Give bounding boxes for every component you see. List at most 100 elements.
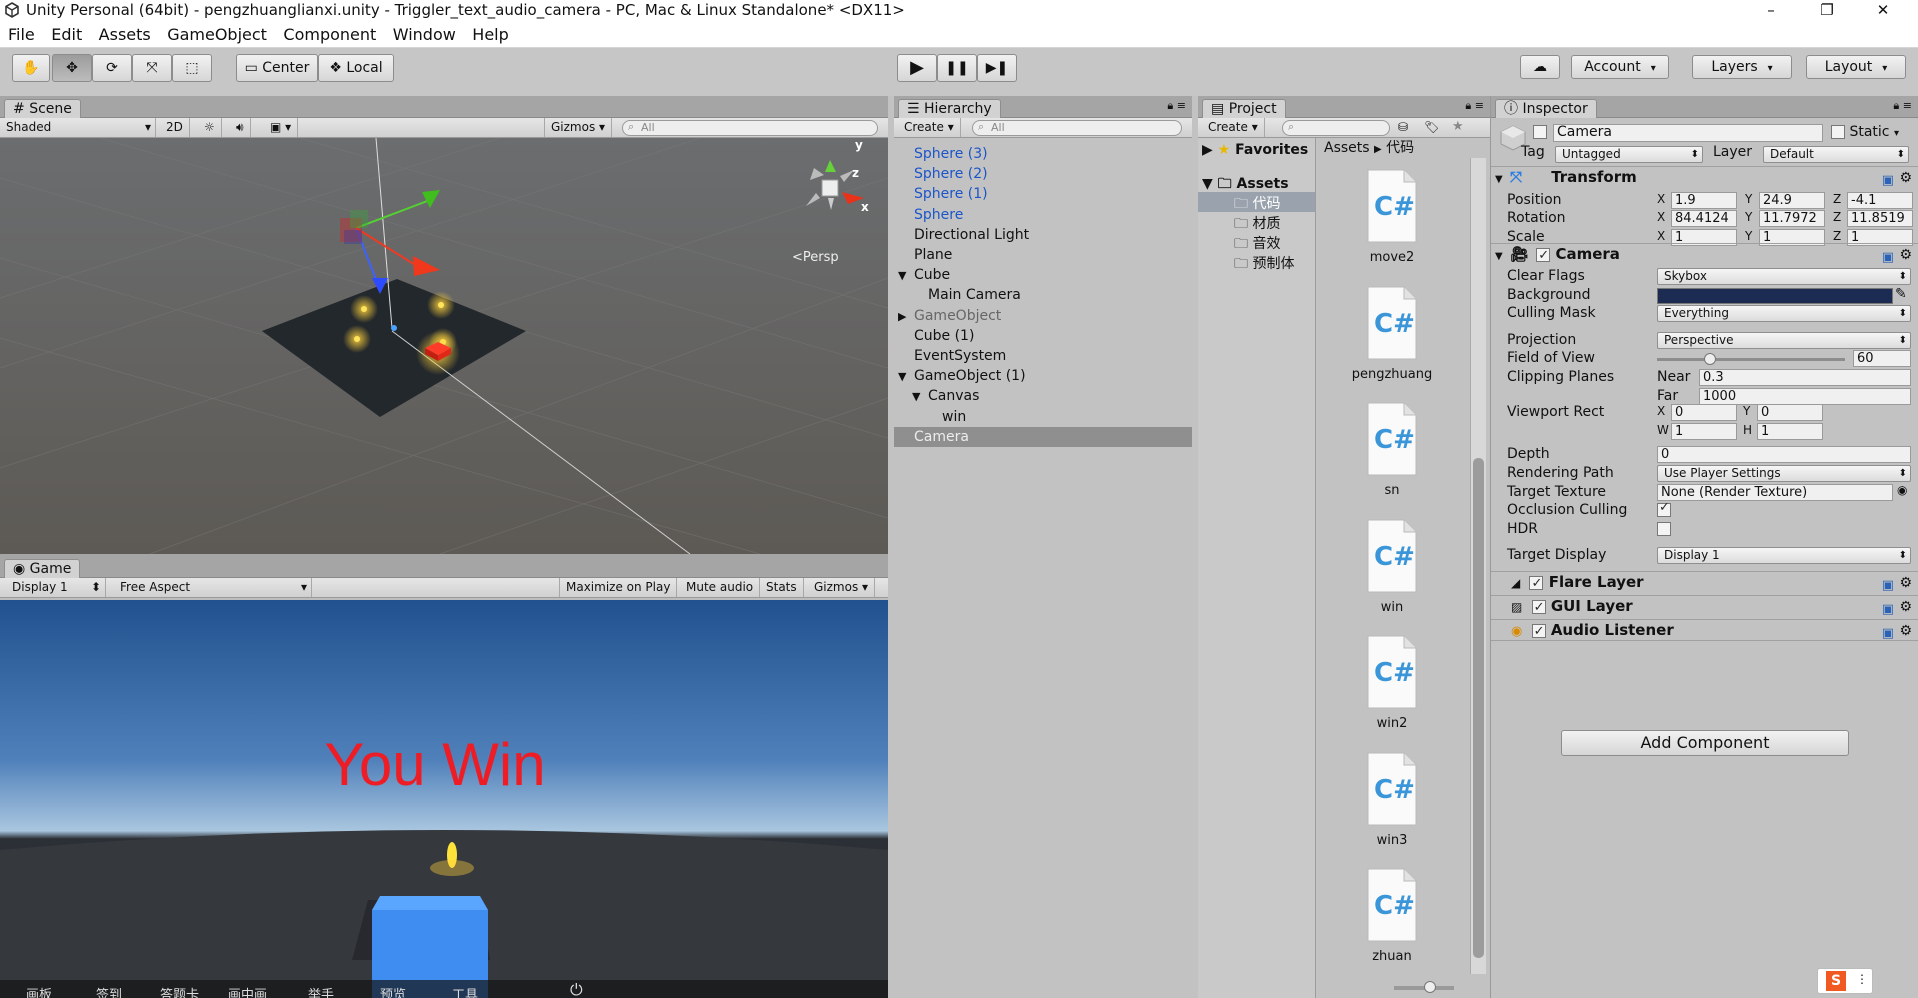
layout-dropdown[interactable]: Layout <box>1806 55 1906 79</box>
chevron-right-icon[interactable]: ▶ <box>898 307 912 327</box>
stats-toggle[interactable]: Stats <box>760 578 804 597</box>
tag-dropdown[interactable]: Untagged <box>1555 146 1703 163</box>
rect-tool-button[interactable]: ⬚ <box>172 54 212 82</box>
aspect-dropdown[interactable]: Free Aspect ▾ <box>114 578 312 597</box>
gear-icon[interactable]: ⚙ <box>1899 597 1912 618</box>
menu-component[interactable]: Component <box>277 22 382 48</box>
taskbar-item-6[interactable]: 工具 <box>452 984 478 998</box>
tab-scene[interactable]: # Scene <box>4 99 81 118</box>
camera-header[interactable]: ▼ 🎥︎ Camera ▣ ⚙ <box>1491 243 1918 268</box>
taskbar-item-0[interactable]: 画板 <box>26 984 52 998</box>
position-y-field[interactable]: 24.9 <box>1759 192 1825 209</box>
display-dropdown[interactable]: Display 1 ⬍ <box>6 578 106 597</box>
lock-icon[interactable]: 🔒︎ ≡ <box>1167 99 1186 113</box>
project-scrollbar[interactable] <box>1470 158 1486 974</box>
gear-icon[interactable]: ⚙ <box>1899 621 1912 642</box>
scene-orientation-gizmo[interactable] <box>780 138 880 248</box>
scene-search-input[interactable]: All <box>622 120 878 136</box>
pivot-center-button[interactable]: ▭ Center <box>236 54 318 82</box>
maximize-on-play-toggle[interactable]: Maximize on Play <box>559 578 678 597</box>
gear-icon[interactable]: ⚙ <box>1899 245 1912 266</box>
layer-dropdown[interactable]: Default <box>1763 146 1909 163</box>
folder-item-3[interactable]: 🗀 预制体 <box>1234 253 1294 277</box>
help-icon[interactable]: ▣ <box>1882 599 1894 620</box>
step-button[interactable]: ▶❚ <box>977 54 1017 82</box>
viewport-x-field[interactable]: 0 <box>1671 404 1737 421</box>
target-texture-field[interactable]: None (Render Texture) <box>1657 484 1893 501</box>
viewport-h-field[interactable]: 1 <box>1757 423 1823 440</box>
hierarchy-create-dropdown[interactable]: Create ▾ <box>898 118 961 137</box>
audio-listener-header[interactable]: ◉ Audio Listener ▣ ⚙ <box>1491 619 1918 642</box>
close-button[interactable]: ✕ <box>1860 0 1906 22</box>
hierarchy-item[interactable]: ▼ Canvas <box>894 386 1192 406</box>
gui-layer-header[interactable]: ▨ GUI Layer ▣ ⚙ <box>1491 595 1918 620</box>
projection-dropdown[interactable]: Perspective <box>1657 332 1911 349</box>
transform-header[interactable]: ▼ ⤧ Transform ▣ ⚙ <box>1491 166 1918 188</box>
power-icon[interactable]: ⏻ <box>570 980 583 998</box>
tab-game[interactable]: ◉ Game <box>4 559 81 578</box>
far-field[interactable]: 1000 <box>1699 388 1911 405</box>
audio-toggle[interactable]: 🔊︎ <box>230 118 251 137</box>
mode-2d-toggle[interactable]: 2D <box>160 118 190 137</box>
taskbar-item-3[interactable]: 画中画 <box>228 984 267 998</box>
filter-label-icon[interactable]: 🏷︎ <box>1424 120 1439 134</box>
static-toggle[interactable]: Static ▾ <box>1831 124 1899 140</box>
icon-size-slider[interactable] <box>1394 981 1454 993</box>
hierarchy-item[interactable]: EventSystem <box>894 346 1192 366</box>
gear-icon[interactable]: ⚙ <box>1899 168 1912 189</box>
ime-indicator[interactable]: S ⋮ <box>1817 968 1873 994</box>
target-display-dropdown[interactable]: Display 1 <box>1657 547 1911 564</box>
csharp-script-icon[interactable]: C# <box>1364 168 1420 244</box>
viewport-y-field[interactable]: 0 <box>1757 404 1823 421</box>
game-view[interactable]: You Win <box>0 600 888 998</box>
menu-file[interactable]: File <box>2 22 41 48</box>
fov-field[interactable]: 60 <box>1853 350 1911 367</box>
menu-help[interactable]: Help <box>466 22 514 48</box>
hierarchy-item[interactable]: Sphere (2) <box>894 164 1192 184</box>
space-local-button[interactable]: ❖ Local <box>318 54 394 82</box>
lock-icon[interactable]: 🔒︎ ≡ <box>1893 99 1912 113</box>
play-button[interactable]: ▶ <box>897 54 937 82</box>
taskbar-item-4[interactable]: 举手 <box>308 984 334 998</box>
rotation-x-field[interactable]: 84.4124 <box>1671 210 1737 227</box>
eyedropper-icon[interactable]: ✎ <box>1895 286 1907 302</box>
add-component-button[interactable]: Add Component <box>1561 730 1849 756</box>
persp-label[interactable]: <Persp <box>792 250 839 265</box>
csharp-script-icon[interactable]: C# <box>1364 634 1420 710</box>
object-name-field[interactable]: Camera <box>1553 124 1823 142</box>
game-gizmos-dropdown[interactable]: Gizmos ▾ <box>808 578 876 597</box>
csharp-script-icon[interactable]: C# <box>1364 285 1420 361</box>
taskbar-item-5[interactable]: 预览 <box>380 984 406 998</box>
cloud-button[interactable]: ☁ <box>1520 55 1560 79</box>
filter-type-icon[interactable]: ⛁ <box>1398 120 1408 134</box>
scene-gizmos-dropdown[interactable]: Gizmos ▾ <box>544 118 613 137</box>
hand-tool-button[interactable]: ✋ <box>12 54 50 82</box>
mute-audio-toggle[interactable]: Mute audio <box>680 578 761 597</box>
project-create-dropdown[interactable]: Create ▾ <box>1202 118 1265 137</box>
scene-view[interactable]: y z x <Persp <box>0 138 888 554</box>
account-dropdown[interactable]: Account <box>1571 55 1669 79</box>
object-picker-icon[interactable]: ◉ <box>1897 483 1907 497</box>
scale-tool-button[interactable]: ⤧ <box>132 54 172 82</box>
help-icon[interactable]: ▣ <box>1882 247 1894 268</box>
help-icon[interactable]: ▣ <box>1882 575 1894 596</box>
hierarchy-item[interactable]: Camera <box>894 426 1192 447</box>
camera-enabled-checkbox[interactable] <box>1536 245 1551 266</box>
hierarchy-item[interactable]: ▼ GameObject (1) <box>894 366 1192 386</box>
layers-dropdown[interactable]: Layers <box>1692 55 1792 79</box>
menu-assets[interactable]: Assets <box>93 22 157 48</box>
rotation-z-field[interactable]: 11.8519 <box>1847 210 1913 227</box>
hierarchy-item[interactable]: ▼ Cube <box>894 265 1192 285</box>
hierarchy-item[interactable]: Sphere <box>894 205 1192 225</box>
hierarchy-search-input[interactable]: All <box>972 120 1182 136</box>
viewport-w-field[interactable]: 1 <box>1671 423 1737 440</box>
favorite-star-icon[interactable]: ★ <box>1452 119 1464 134</box>
chevron-down-icon[interactable]: ▼ <box>898 266 912 286</box>
project-search-input[interactable] <box>1282 120 1390 136</box>
hierarchy-item[interactable]: win <box>894 407 1192 427</box>
position-z-field[interactable]: -4.1 <box>1847 192 1913 209</box>
culling-mask-dropdown[interactable]: Everything <box>1657 305 1911 322</box>
csharp-script-icon[interactable]: C# <box>1364 867 1420 943</box>
csharp-script-icon[interactable]: C# <box>1364 518 1420 594</box>
taskbar-item-1[interactable]: 签到 <box>96 984 122 998</box>
